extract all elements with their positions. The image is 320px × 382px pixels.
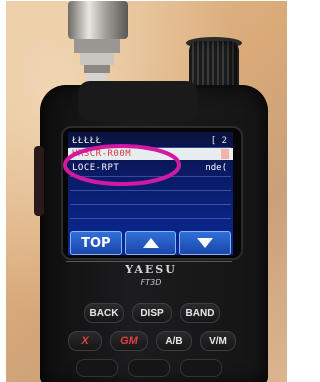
back-button[interactable]: BACK (84, 303, 124, 323)
annotation-ellipse (63, 144, 181, 186)
keypad-button[interactable] (180, 359, 222, 377)
scroll-down-softkey[interactable] (179, 231, 232, 255)
band-button-label: BAND (185, 307, 215, 319)
selection-marker (221, 149, 229, 159)
list-item-value: nde( (205, 163, 227, 173)
x-button-label: X (81, 335, 89, 347)
ab-button-label: A/B (165, 335, 183, 347)
list-item-value: [ 2 (210, 136, 227, 146)
ab-button[interactable]: A/B (156, 331, 192, 351)
x-button[interactable]: X (68, 331, 102, 351)
divider (70, 204, 231, 205)
softkey-bar: TOP (68, 231, 233, 255)
divider (70, 218, 231, 219)
gm-button-label: GM (120, 335, 138, 347)
vm-button[interactable]: V/M (200, 331, 236, 351)
up-triangle-icon (142, 238, 159, 248)
disp-button[interactable]: DISP (132, 303, 172, 323)
top-softkey-label: TOP (81, 235, 111, 251)
side-ptt-button[interactable] (34, 146, 44, 216)
model-label: FT3D (140, 278, 162, 287)
scroll-up-softkey[interactable] (124, 231, 177, 255)
divider (66, 261, 232, 262)
disp-button-label: DISP (140, 307, 164, 319)
down-triangle-icon (197, 238, 214, 248)
gm-button[interactable]: GM (110, 331, 148, 351)
back-button-label: BACK (89, 307, 119, 319)
photo-frame: ŁŁŁŁŁ [ 2 HRSCR-R00M LOCE-RPT nde( TOP Y… (6, 1, 287, 382)
radio-top (78, 81, 198, 121)
keypad-button[interactable] (128, 359, 170, 377)
divider (70, 190, 231, 191)
vm-button-label: V/M (209, 335, 227, 347)
band-button[interactable]: BAND (180, 303, 220, 323)
top-softkey[interactable]: TOP (70, 231, 122, 255)
keypad-button[interactable] (76, 359, 118, 377)
brand-logo: YAESU (125, 263, 177, 276)
